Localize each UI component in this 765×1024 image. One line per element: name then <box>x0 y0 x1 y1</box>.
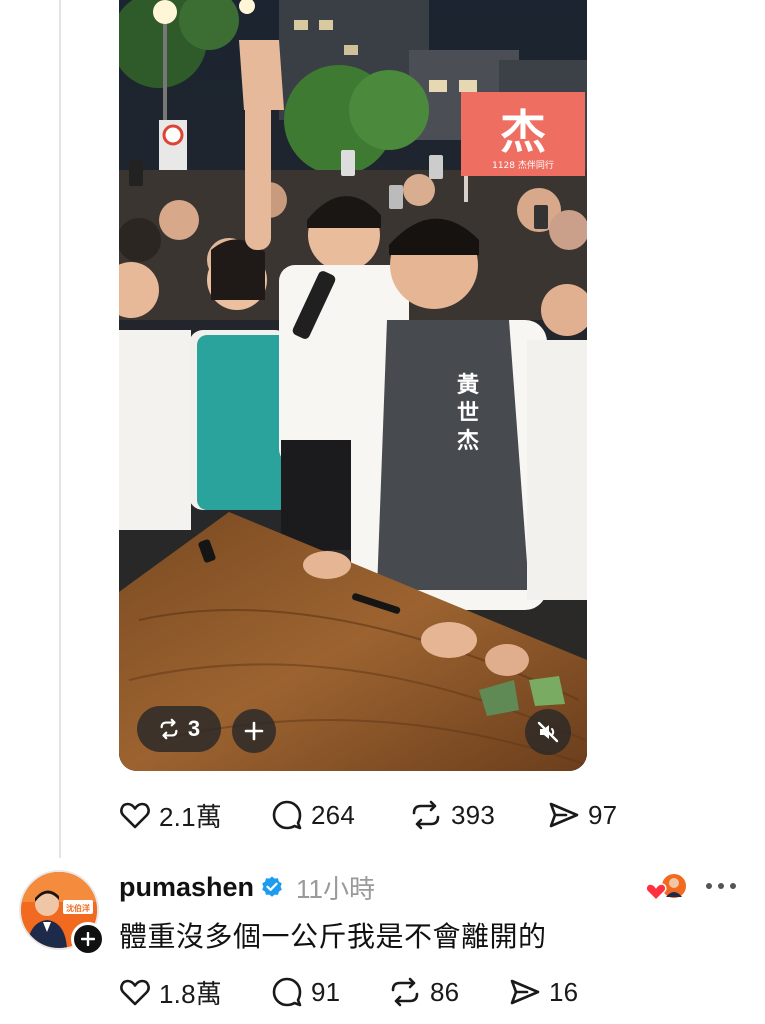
reply-repost-button[interactable]: 86 <box>388 974 459 1010</box>
post-repost-count: 393 <box>451 799 495 830</box>
reply-like-count: 1.8萬 <box>159 978 222 1009</box>
flag-character: 杰 <box>500 105 546 159</box>
thread-connector-line <box>59 0 61 858</box>
mute-button[interactable] <box>525 709 571 755</box>
mute-icon <box>537 721 559 743</box>
comment-icon <box>272 800 302 830</box>
reply-repost-count: 86 <box>430 976 460 1007</box>
verified-icon <box>262 876 282 897</box>
post-comment-count: 264 <box>311 799 355 830</box>
reply-text: 體重沒多個一公斤我是不會離開的 <box>119 920 547 953</box>
liker-avatars[interactable] <box>642 871 692 905</box>
reply-comment-button[interactable]: 91 <box>271 974 340 1010</box>
liked-by-author-icon <box>645 872 688 902</box>
repost-icon <box>160 718 178 740</box>
repost-icon <box>412 800 440 830</box>
repost-icon <box>391 977 419 1007</box>
reply-username[interactable]: pumashen <box>119 872 254 903</box>
post-like-button[interactable]: 2.1萬 <box>119 797 222 833</box>
share-icon <box>510 979 540 1005</box>
heart-icon <box>120 802 150 829</box>
video-repost-pill[interactable]: 3 <box>137 706 221 752</box>
reply-action-bar: 1.8萬 91 86 16 <box>0 974 765 1010</box>
flag-subtitle: 1128 杰伴同行 <box>492 159 554 171</box>
video-repost-count: 3 <box>187 716 201 741</box>
share-icon <box>549 802 579 828</box>
reply-comment-count: 91 <box>311 976 341 1007</box>
reply-like-button[interactable]: 1.8萬 <box>119 974 222 1010</box>
post-like-count: 2.1萬 <box>159 801 222 832</box>
add-button[interactable] <box>232 709 276 753</box>
reply-avatar-wrap[interactable]: 沈伯洋 <box>19 870 105 956</box>
plus-icon <box>244 721 264 741</box>
reply-timestamp: 11小時 <box>296 873 376 904</box>
heart-icon <box>120 979 150 1006</box>
post-share-button[interactable]: 97 <box>548 797 617 833</box>
reply-share-count: 16 <box>549 976 579 1007</box>
post-repost-button[interactable]: 393 <box>409 797 495 833</box>
comment-icon <box>272 977 302 1007</box>
threads-post-view: 杰 1128 杰伴同行 黃 世 杰 3 2.1萬 264 393 97 沈伯洋 … <box>0 0 765 1024</box>
reply-share-button[interactable]: 16 <box>509 974 578 1010</box>
more-icon[interactable] <box>706 874 736 898</box>
post-comment-button[interactable]: 264 <box>271 797 355 833</box>
post-video[interactable]: 杰 1128 杰伴同行 黃 世 杰 3 <box>119 0 587 771</box>
post-share-count: 97 <box>588 799 618 830</box>
post-action-bar: 2.1萬 264 393 97 <box>0 797 765 833</box>
plus-icon <box>81 932 95 946</box>
avatar-caption: 沈伯洋 <box>66 903 90 913</box>
follow-button[interactable] <box>71 922 105 956</box>
video-frame: 杰 1128 杰伴同行 黃 世 杰 <box>119 0 587 771</box>
reply-header: pumashen 11小時 <box>119 868 375 906</box>
